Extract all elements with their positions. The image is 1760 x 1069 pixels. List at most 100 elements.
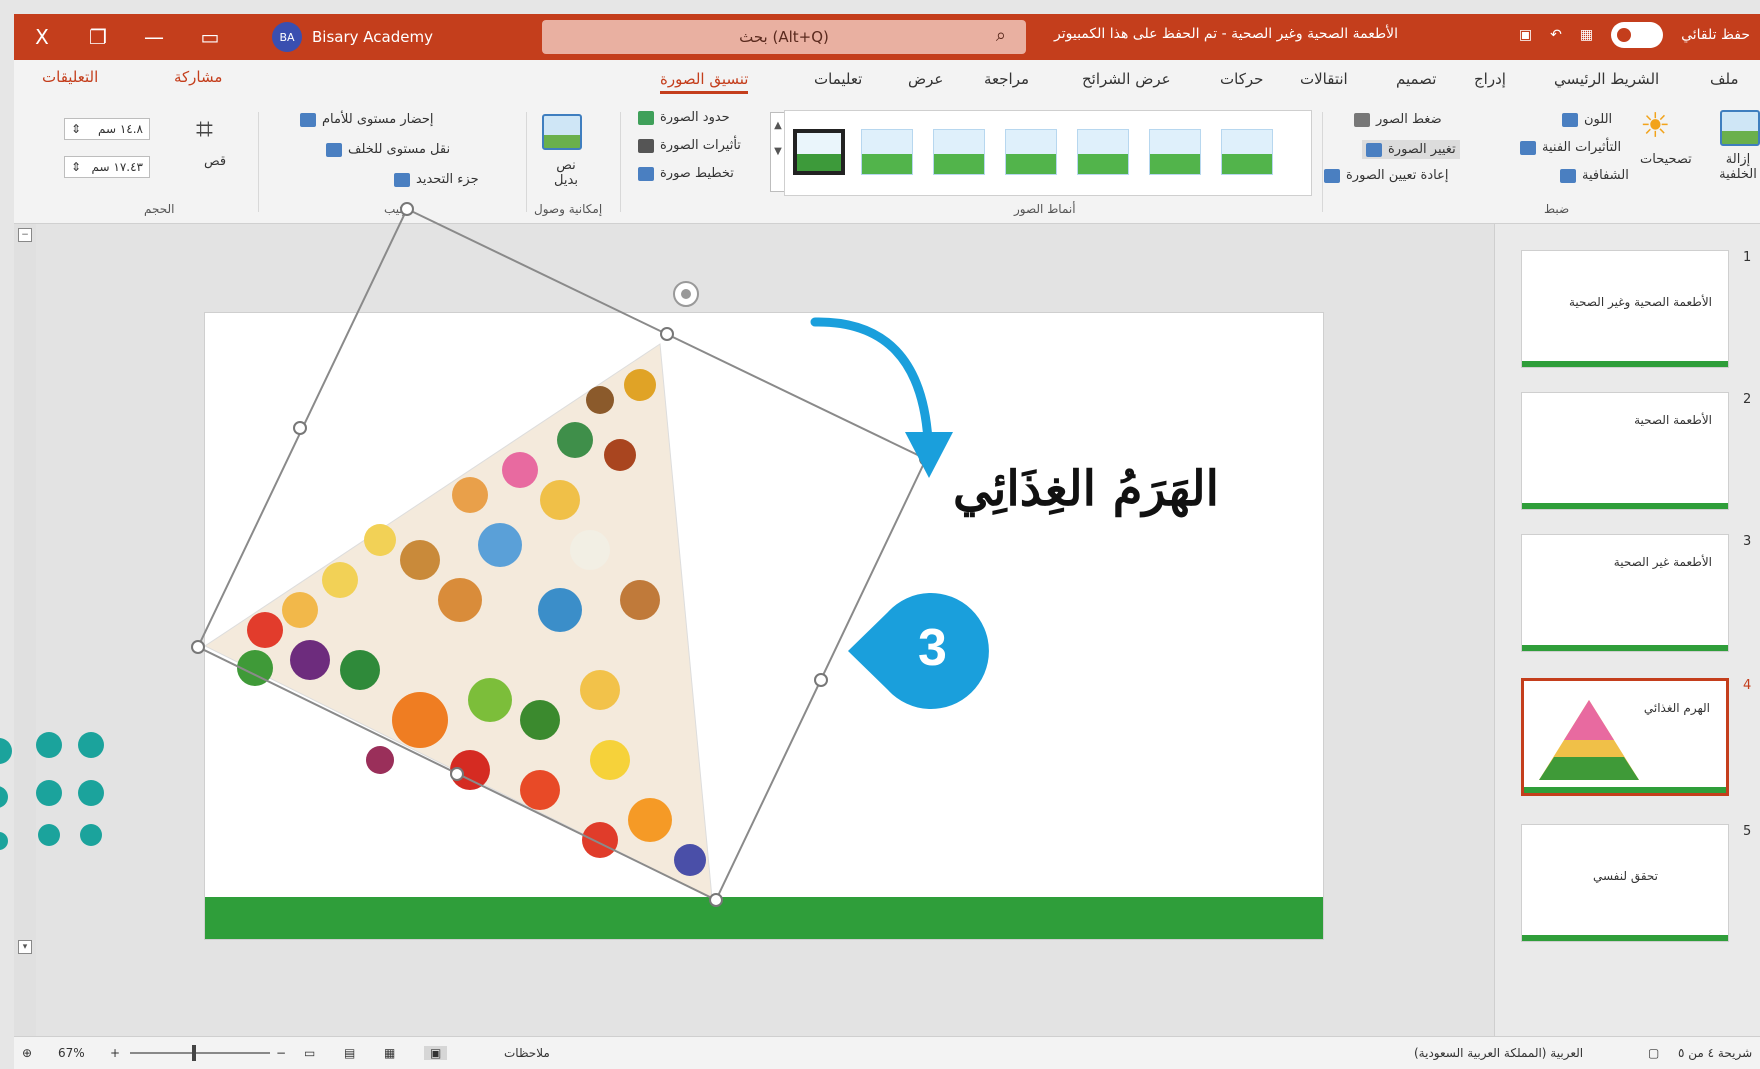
undo-icon[interactable]: ↶ xyxy=(1550,27,1562,43)
autosave-label: حفظ تلقائي xyxy=(1681,27,1750,43)
share-button[interactable]: مشاركة xyxy=(174,68,222,86)
change-picture-label: تغيير الصورة xyxy=(1388,142,1456,157)
close-button[interactable]: X xyxy=(14,25,70,49)
fit-slide-icon[interactable]: ⊕ xyxy=(22,1046,32,1060)
zoom-in-button[interactable]: + xyxy=(110,1046,120,1060)
presenter-view-icon[interactable]: ▭ xyxy=(304,1046,315,1060)
change-picture-button[interactable]: تغيير الصورة xyxy=(1362,140,1460,159)
tab-view[interactable]: عرض xyxy=(908,70,943,88)
picture-effects-button[interactable]: تأثيرات الصورة xyxy=(638,138,741,153)
tab-file[interactable]: ملف xyxy=(1710,70,1739,88)
tab-animations[interactable]: حركات xyxy=(1220,70,1263,88)
ribbon-display-button[interactable]: ▭ xyxy=(182,25,238,49)
picture-border-button[interactable]: حدود الصورة xyxy=(638,110,730,125)
crop-icon[interactable]: ⌗ xyxy=(196,112,213,147)
title-bar: X ❐ — ▭ BA Bisary Academy بحث (Alt+Q) ⌕ … xyxy=(14,14,1760,60)
group-size-label: الحجم xyxy=(144,202,175,216)
slide-thumbnail-5[interactable]: تحقق لنفسي xyxy=(1521,824,1729,942)
remove-background-icon[interactable] xyxy=(1720,110,1760,146)
bring-forward-icon xyxy=(300,112,316,127)
restore-button[interactable]: ❐ xyxy=(70,25,126,49)
tab-home[interactable]: الشريط الرئيسي xyxy=(1554,70,1659,88)
alt-text-label: نص بديل xyxy=(554,158,578,188)
style-thumb[interactable] xyxy=(861,129,913,175)
step-callout xyxy=(848,593,989,709)
accessibility-icon[interactable]: ▢ xyxy=(1648,1046,1659,1060)
selection-pane-button[interactable]: جزء التحديد xyxy=(394,172,479,187)
style-thumb[interactable] xyxy=(1005,129,1057,175)
tab-transitions[interactable]: انتقالات xyxy=(1300,70,1348,88)
remove-background-label: إزالة الخلفية xyxy=(1719,152,1757,182)
selection-pane-label: جزء التحديد xyxy=(416,172,479,187)
transparency-button[interactable]: الشفافية xyxy=(1560,168,1629,183)
slide-title[interactable]: الهَرَمُ الغِذَائِي xyxy=(953,461,1219,517)
reading-view-icon[interactable]: ▤ xyxy=(344,1046,355,1060)
slide-counter: شريحة ٤ من ٥ xyxy=(1678,1046,1753,1060)
color-button[interactable]: اللون xyxy=(1562,112,1612,127)
artistic-effects-button[interactable]: التأثيرات الفنية xyxy=(1520,140,1621,155)
style-thumb[interactable] xyxy=(1149,129,1201,175)
thumbnail-pyramid-icon xyxy=(1539,700,1639,780)
corrections-icon[interactable]: ☀ xyxy=(1640,106,1670,146)
search-icon: ⌕ xyxy=(995,25,1006,46)
user-account[interactable]: BA Bisary Academy xyxy=(272,22,433,52)
send-backward-icon xyxy=(326,142,342,157)
crop-label: قص xyxy=(204,154,227,169)
layout-icon xyxy=(638,166,654,181)
transparency-label: الشفافية xyxy=(1582,168,1629,183)
border-label: حدود الصورة xyxy=(660,110,730,125)
slide-thumbnail-2[interactable]: الأطعمة الصحية xyxy=(1521,392,1729,510)
effects-label: تأثيرات الصورة xyxy=(660,138,741,153)
save-icon[interactable]: ▦ xyxy=(1580,27,1593,43)
artistic-label: التأثيرات الفنية xyxy=(1542,140,1622,155)
thumbnail-text: الأطعمة الصحية xyxy=(1634,413,1712,427)
slide-sorter-icon[interactable]: ▦ xyxy=(384,1046,395,1060)
language-indicator[interactable]: العربية (المملكة العربية السعودية) xyxy=(1414,1046,1583,1060)
zoom-level[interactable]: 67% xyxy=(58,1046,85,1060)
normal-view-icon[interactable]: ▣ xyxy=(424,1046,448,1060)
notes-button[interactable]: ملاحظات xyxy=(504,1046,550,1060)
comments-button[interactable]: التعليقات xyxy=(42,68,98,86)
send-backward-button[interactable]: نقل مستوى للخلف xyxy=(326,142,450,157)
reset-picture-button[interactable]: إعادة تعيين الصورة xyxy=(1324,168,1448,183)
style-thumb[interactable] xyxy=(1221,129,1273,175)
scroll-down-icon[interactable]: ▾ xyxy=(18,940,32,954)
border-icon xyxy=(638,110,654,125)
thumbnail-text: الهرم الغذائي xyxy=(1643,701,1710,715)
picture-layout-button[interactable]: تخطيط صورة xyxy=(638,166,734,181)
thumbnail-number: 1 xyxy=(1743,250,1752,265)
collapse-icon[interactable]: − xyxy=(18,228,32,242)
slide-thumbnail-4[interactable]: الهرم الغذائي xyxy=(1521,678,1729,796)
autosave-toggle[interactable] xyxy=(1611,22,1664,48)
tab-design[interactable]: تصميم xyxy=(1396,70,1436,88)
search-box[interactable]: بحث (Alt+Q) ⌕ xyxy=(542,20,1026,54)
tab-slideshow[interactable]: عرض الشرائح xyxy=(1082,70,1171,88)
left-scroll-strip: − ▾ xyxy=(14,224,36,1036)
tab-help[interactable]: تعليمات xyxy=(814,70,862,88)
bring-forward-button[interactable]: إحضار مستوى للأمام xyxy=(300,112,434,127)
compress-button[interactable]: ضغط الصور xyxy=(1354,112,1442,127)
ribbon-tabs: التعليقات مشاركة تنسيق الصورة تعليمات عر… xyxy=(14,60,1760,102)
style-thumb[interactable] xyxy=(793,129,845,175)
zoom-slider[interactable] xyxy=(130,1045,270,1061)
present-icon[interactable]: ▣ xyxy=(1519,27,1532,43)
document-title[interactable]: الأطعمة الصحية وغير الصحية - تم الحفظ عل… xyxy=(1054,26,1398,42)
slide-thumbnail-3[interactable]: الأطعمة غير الصحية xyxy=(1521,534,1729,652)
style-thumb[interactable] xyxy=(933,129,985,175)
height-field[interactable]: ⇕ ١٤.٨ سم xyxy=(64,118,150,140)
tab-review[interactable]: مراجعة xyxy=(984,70,1029,88)
compress-icon xyxy=(1354,112,1370,127)
tab-picture-format[interactable]: تنسيق الصورة xyxy=(660,70,749,94)
style-thumb[interactable] xyxy=(1077,129,1129,175)
thumbnail-text: تحقق لنفسي xyxy=(1592,869,1658,883)
user-name: Bisary Academy xyxy=(312,28,433,46)
alt-text-icon[interactable] xyxy=(542,114,582,150)
artistic-icon xyxy=(1520,140,1536,155)
change-picture-icon xyxy=(1366,142,1382,157)
minimize-button[interactable]: — xyxy=(126,25,182,49)
width-field[interactable]: ⇕ ١٧.٤٣ سم xyxy=(64,156,150,178)
reset-picture-icon xyxy=(1324,168,1340,183)
tab-insert[interactable]: إدراج xyxy=(1474,70,1506,88)
zoom-out-button[interactable]: − xyxy=(276,1046,286,1060)
slide-thumbnail-1[interactable]: الأطعمة الصحية وغير الصحية xyxy=(1521,250,1729,368)
